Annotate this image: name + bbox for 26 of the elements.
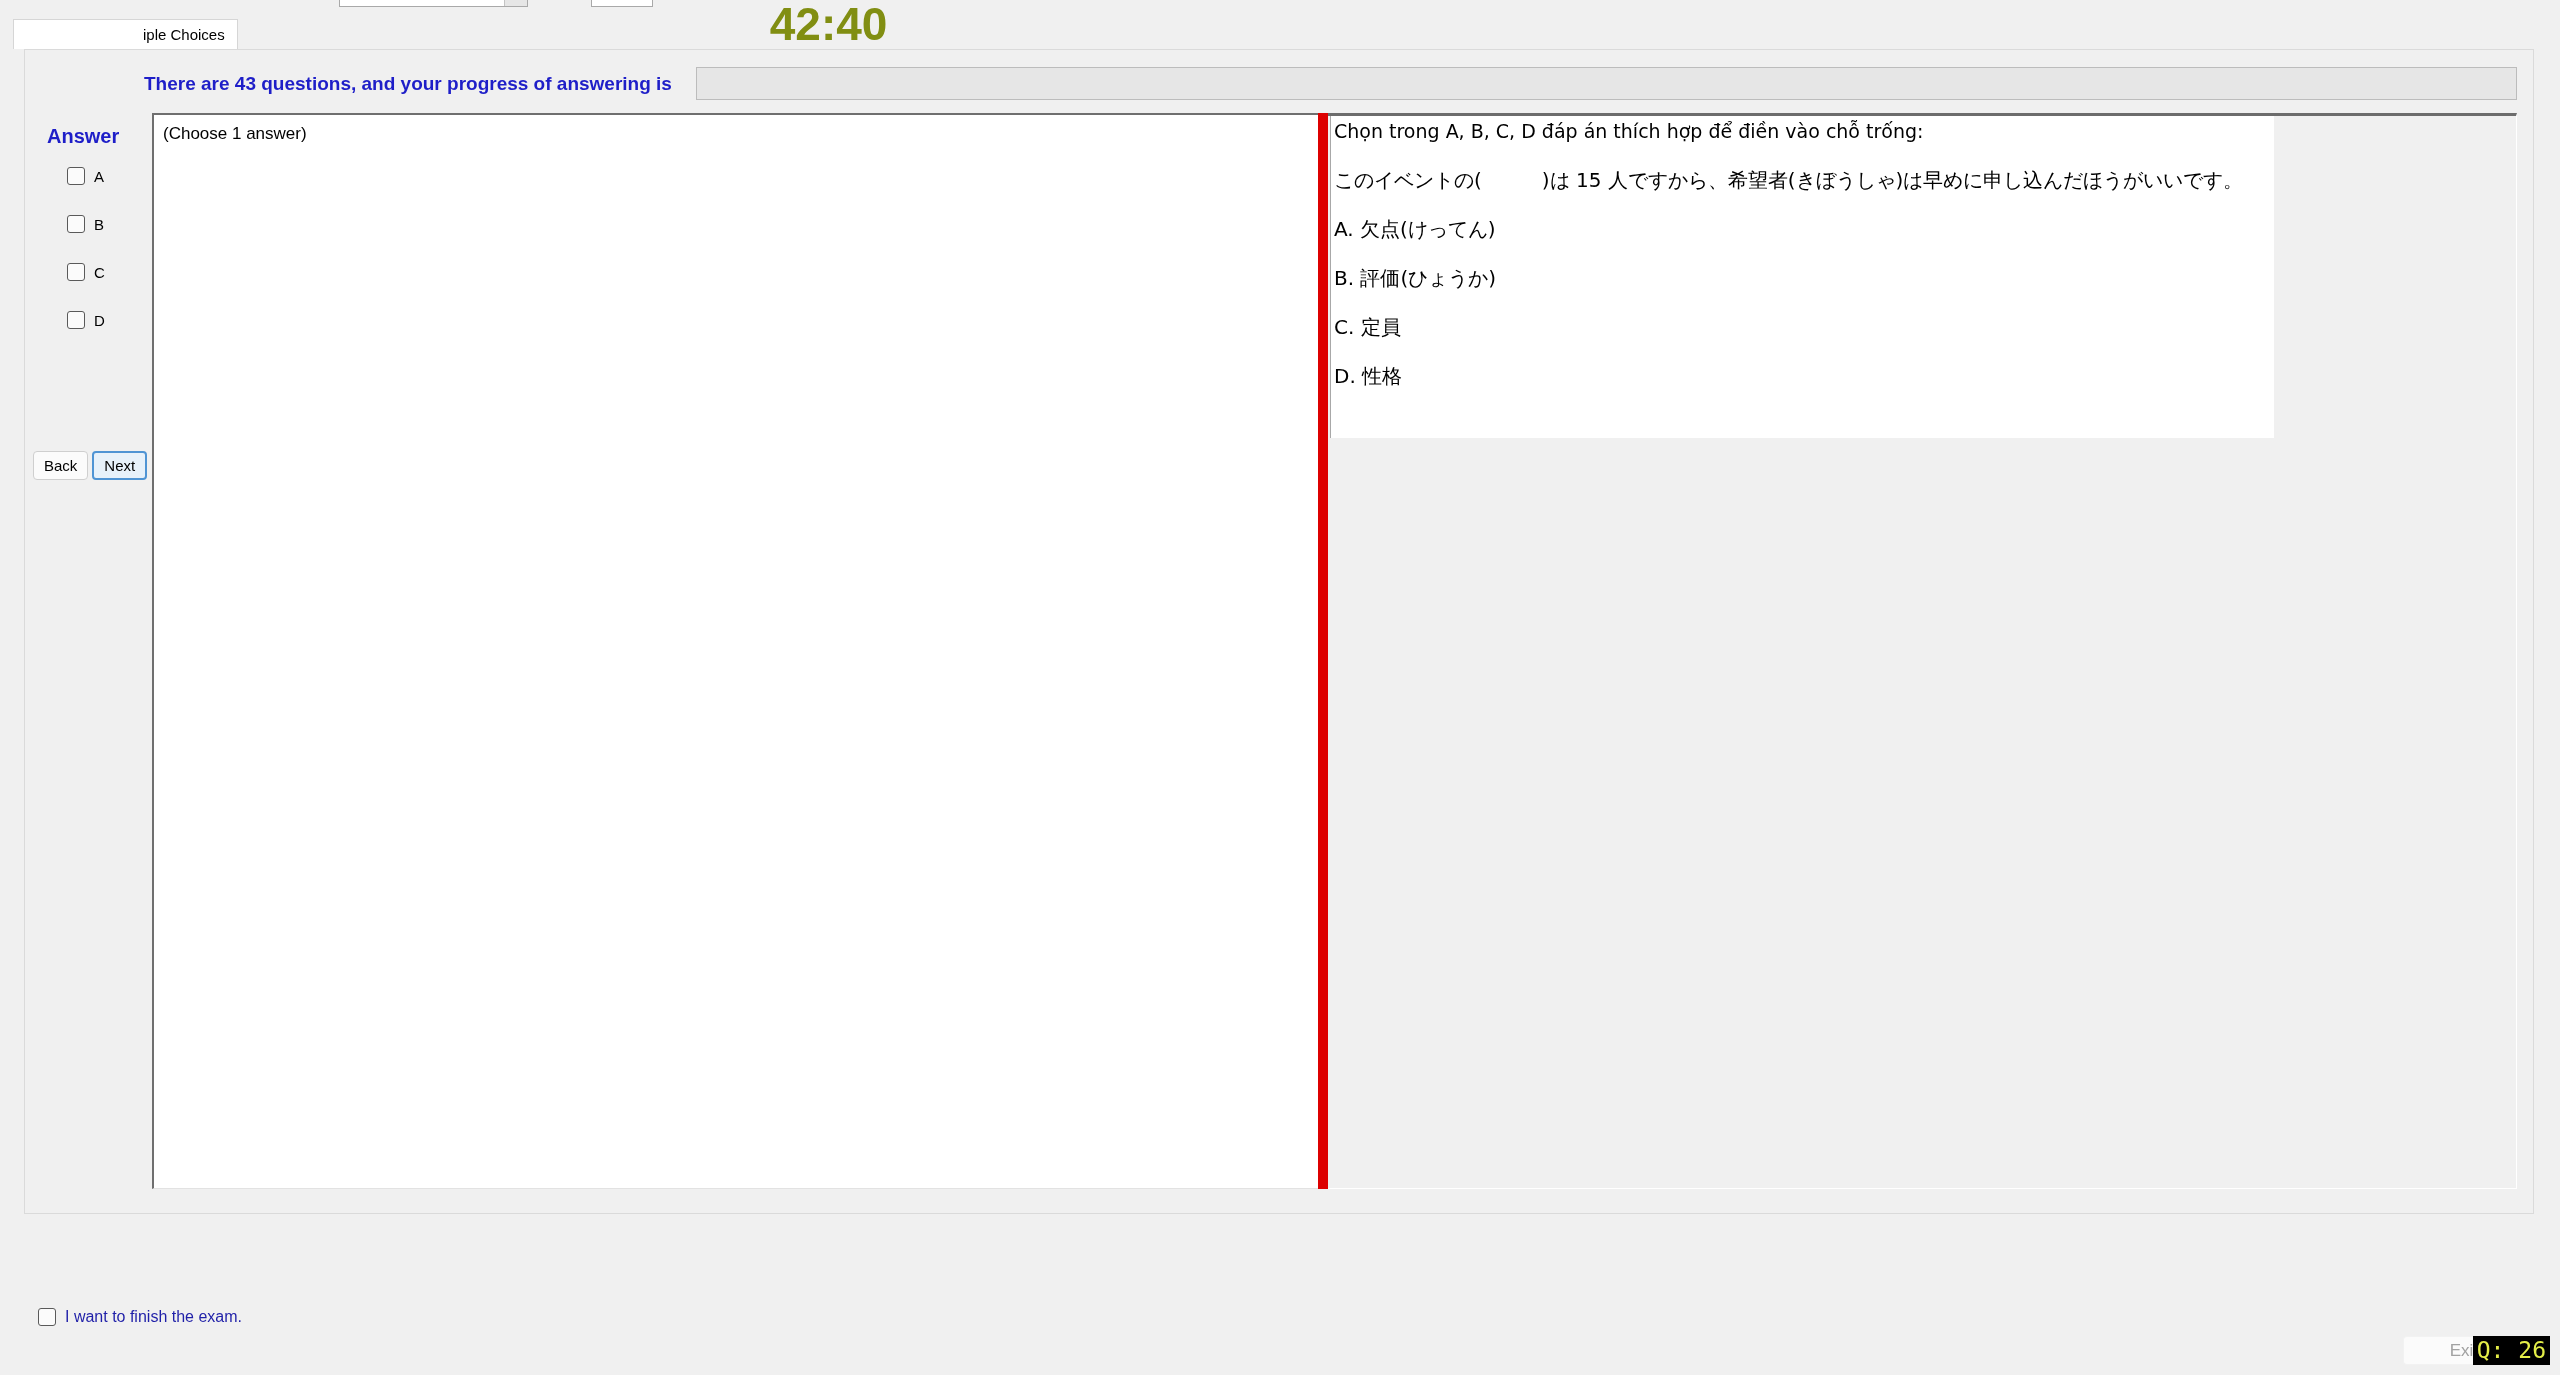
next-button[interactable]: Next: [92, 451, 148, 480]
instruction-text: Chọn trong A, B, C, D đáp án thích hợp để điền vào chỗ trống:: [1334, 119, 1925, 144]
timer-text: 42:40: [769, 0, 888, 49]
back-button[interactable]: Back: [33, 451, 89, 480]
choice-text: A. 欠点(けってん): [1334, 216, 1497, 243]
option-label: B: [94, 215, 104, 233]
choice-text: D. 性格: [1334, 363, 1404, 390]
checkbox[interactable]: [67, 263, 85, 281]
answer-hint: (Choose 1 answer): [163, 123, 308, 145]
checkbox[interactable]: [38, 1308, 56, 1326]
progress-label: There are 43 questions, and your progress of answering is: [144, 72, 672, 95]
dropdown-field[interactable]: [338, 0, 528, 7]
choice-text: C. 定員: [1334, 314, 1402, 341]
choice-text: B. 評価(ひょうか): [1334, 265, 1498, 292]
tab[interactable]: iple Choices: [13, 19, 238, 49]
option-label: D: [94, 311, 105, 329]
checkbox[interactable]: [67, 311, 85, 329]
question-text: このイベントの( )は 15 人ですから、希望者(きぼうしゃ)は早めに申し込んだほうがいいです。: [1334, 167, 2245, 194]
finish-exam-label: I want to finish the exam.: [65, 1308, 242, 1326]
checkbox[interactable]: [67, 167, 85, 185]
option-label: C: [94, 263, 105, 281]
option-label: A: [94, 167, 104, 185]
question-number-badge: Q: 26: [2472, 1336, 2550, 1365]
checkbox[interactable]: [67, 215, 85, 233]
answer-heading: Answer: [47, 126, 121, 146]
input-field[interactable]: [590, 0, 653, 7]
